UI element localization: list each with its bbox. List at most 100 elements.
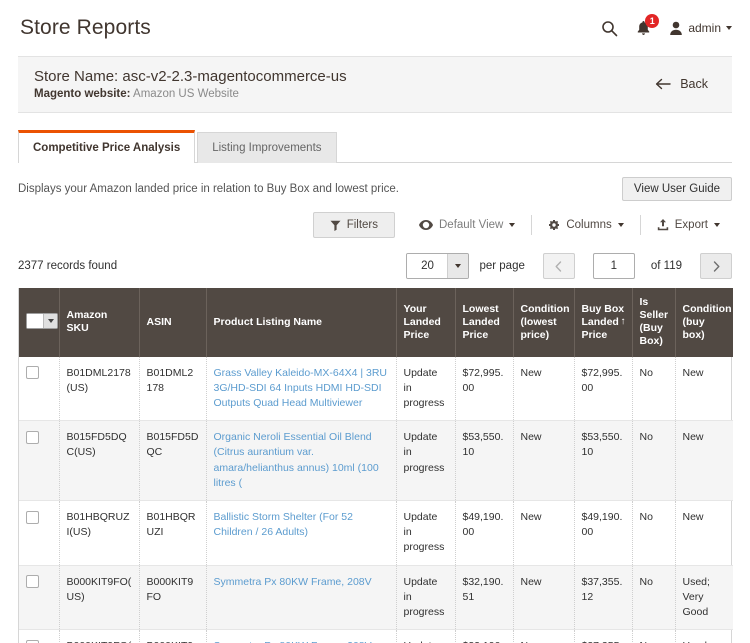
cell-asin: B01HBQRUZI (139, 500, 207, 566)
column-header-asin[interactable]: ASIN (139, 288, 207, 357)
row-select-cell[interactable] (19, 629, 60, 643)
cell-your-landed-price: Update in progress (396, 420, 456, 502)
select-all-dropdown[interactable] (26, 312, 58, 329)
product-link[interactable]: Ballistic Storm Shelter (For 52 Children… (214, 511, 353, 538)
cell-product-listing-name: Grass Valley Kaleido-MX-64X4 | 3RU 3G/HD… (206, 356, 397, 422)
cell-condition-lowest: New (513, 565, 575, 631)
cell-lowest-landed-price: $53,550.10 (455, 420, 514, 502)
row-checkbox[interactable] (26, 430, 39, 444)
cell-your-landed-price: Update in progress (396, 629, 456, 643)
column-header-amazon-sku[interactable]: Amazon SKU (59, 288, 140, 357)
user-menu-label: admin (688, 21, 721, 35)
current-page-input[interactable] (592, 253, 635, 279)
cell-buy-box-landed-price: $53,550.10 (574, 420, 633, 502)
store-website-row: Magento website: Amazon US Website (34, 88, 655, 100)
next-page-button[interactable] (700, 253, 732, 279)
columns-dropdown[interactable]: Columns (536, 213, 635, 237)
header-actions: 1 admin (601, 13, 732, 37)
column-header-condition-lowest-price[interactable]: Condition (lowest price) (513, 288, 575, 357)
cell-amazon-sku: B000KIT9FO(US)-2 (59, 629, 140, 643)
product-link[interactable]: Grass Valley Kaleido-MX-64X4 | 3RU 3G/HD… (214, 367, 388, 409)
select-all-checkbox[interactable] (27, 313, 43, 328)
column-header-buy-box-landed-price[interactable]: Buy Box Landed Price ↑ (574, 288, 633, 357)
back-button-label: Back (680, 76, 708, 91)
column-header-is-seller-buy-box[interactable]: Is Seller (Buy Box) (632, 288, 676, 357)
table-row[interactable]: B000KIT9FO(US)-2 B000KIT9FO Symmetra Px … (19, 629, 733, 643)
export-dropdown[interactable]: Export (645, 213, 732, 237)
store-website-value: Amazon US Website (133, 87, 239, 100)
cell-condition-buybox: Used; Very Good (675, 629, 733, 643)
cell-lowest-landed-price: $32,190.51 (455, 629, 514, 643)
store-info: Store Name: asc-v2-2.3-magentocommerce-u… (34, 68, 655, 100)
store-info-panel: Store Name: asc-v2-2.3-magentocommerce-u… (18, 56, 732, 113)
cell-amazon-sku: B015FD5DQC(US) (59, 420, 140, 502)
user-avatar-icon (669, 21, 683, 36)
row-checkbox[interactable] (26, 575, 39, 589)
report-table: Amazon SKU ASIN Product Listing Name You… (19, 288, 733, 643)
user-menu[interactable]: admin (669, 21, 732, 36)
default-view-dropdown[interactable]: Default View (407, 213, 527, 237)
chevron-down-icon (714, 223, 720, 227)
chevron-down-icon (447, 254, 469, 278)
column-header-lowest-landed-price[interactable]: Lowest Landed Price (455, 288, 514, 357)
cell-is-seller: No (632, 420, 676, 502)
cell-is-seller: No (632, 356, 676, 422)
cell-amazon-sku: B01HBQRUZI(US) (59, 500, 140, 566)
search-icon[interactable] (601, 20, 618, 37)
description-text: Displays your Amazon landed price in rel… (18, 183, 399, 195)
row-select-cell[interactable] (19, 500, 60, 566)
table-row[interactable]: B01DML2178(US) B01DML2178 Grass Valley K… (19, 356, 733, 422)
page-title: Store Reports (20, 16, 151, 39)
row-select-cell[interactable] (19, 420, 60, 502)
cell-product-listing-name: Organic Neroli Essential Oil Blend (Citr… (206, 420, 397, 502)
store-name-label: Store Name: asc-v2-2.3-magentocommerce-u… (34, 67, 347, 85)
column-header-product-listing-name[interactable]: Product Listing Name (206, 288, 397, 357)
store-website-label: Magento website: (34, 87, 131, 100)
cell-your-landed-price: Update in progress (396, 500, 456, 566)
total-pages-label: of 119 (650, 260, 682, 272)
cell-is-seller: No (632, 629, 676, 643)
row-checkbox[interactable] (26, 510, 39, 524)
table-row[interactable]: B01HBQRUZI(US) B01HBQRUZI Ballistic Stor… (19, 500, 733, 566)
cell-asin: B01DML2178 (139, 356, 207, 422)
table-row[interactable]: B000KIT9FO(US) B000KIT9FO Symmetra Px 80… (19, 565, 733, 631)
table-row[interactable]: B015FD5DQC(US) B015FD5DQC Organic Neroli… (19, 420, 733, 502)
cell-condition-lowest: New (513, 629, 575, 643)
tab-competitive-price-analysis[interactable]: Competitive Price Analysis (18, 130, 196, 163)
export-upload-icon (657, 219, 669, 231)
column-header-your-landed-price[interactable]: Your Landed Price (396, 288, 456, 357)
column-header-condition-buy-box[interactable]: Condition (buy box) (675, 288, 733, 357)
row-select-cell[interactable] (19, 565, 60, 631)
previous-page-button[interactable] (542, 253, 575, 279)
arrow-left-icon (655, 78, 671, 90)
cell-condition-buybox: New (675, 500, 733, 566)
cell-lowest-landed-price: $32,190.51 (455, 565, 514, 631)
default-view-label: Default View (439, 219, 504, 231)
product-link[interactable]: Organic Neroli Essential Oil Blend (Citr… (214, 431, 379, 489)
cell-buy-box-landed-price: $37,355.12 (574, 565, 633, 631)
columns-label: Columns (566, 219, 612, 231)
tab-label: Competitive Price Analysis (33, 142, 181, 154)
cell-your-landed-price: Update in progress (396, 356, 456, 422)
per-page-select[interactable]: 20 (406, 253, 470, 279)
table-head: Amazon SKU ASIN Product Listing Name You… (19, 288, 733, 357)
select-all-header[interactable] (19, 288, 60, 357)
toolbar-divider (531, 215, 533, 235)
cell-buy-box-landed-price: $72,995.00 (574, 356, 633, 422)
view-user-guide-button[interactable]: View User Guide (621, 177, 732, 201)
row-checkbox[interactable] (26, 366, 39, 380)
cell-asin: B000KIT9FO (139, 565, 207, 631)
cell-asin: B015FD5DQC (139, 420, 207, 502)
product-link[interactable]: Symmetra Px 80KW Frame, 208V (214, 576, 372, 588)
chevron-down-icon[interactable] (43, 313, 57, 328)
back-button[interactable]: Back (655, 77, 716, 91)
tab-listing-improvements[interactable]: Listing Improvements (197, 132, 337, 163)
row-select-cell[interactable] (19, 356, 60, 422)
filters-button[interactable]: Filters (312, 212, 395, 238)
pagination-controls: 20 per page of 119 (406, 253, 732, 279)
tab-list: Competitive Price Analysis Listing Impro… (18, 130, 732, 163)
top-header-bar: Store Reports 1 admin (0, 0, 750, 56)
per-page-label: per page (479, 260, 525, 272)
bell-icon[interactable]: 1 (636, 13, 660, 37)
chevron-down-icon (509, 223, 516, 227)
